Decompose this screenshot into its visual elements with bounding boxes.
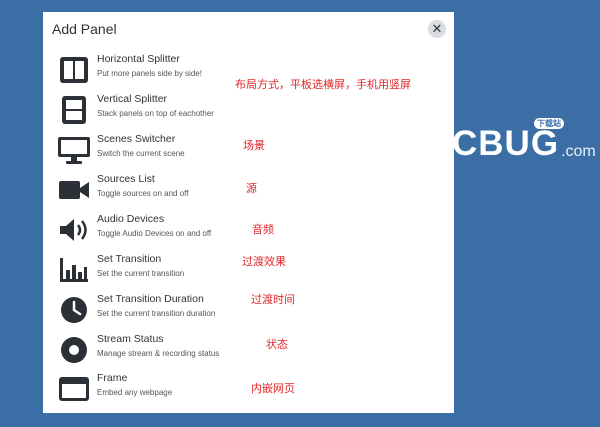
panel-option-name: Vertical Splitter — [97, 93, 168, 105]
add-panel-dialog: Add Panel ✕ Horizontal Splitter Put more… — [43, 12, 454, 413]
watermark-badge: 下载站 — [534, 118, 564, 129]
panel-option-name: Set Transition — [97, 253, 162, 265]
horizontal-splitter-icon — [60, 57, 88, 83]
annotation-scenes: 场景 — [243, 140, 265, 152]
panel-option-desc: Toggle Audio Devices on and off — [97, 229, 212, 238]
panel-option-name: Scenes Switcher — [97, 133, 176, 145]
panel-option-name: Stream Status — [97, 333, 164, 345]
panel-option-sources-list[interactable]: Sources List Toggle sources on and off — [57, 172, 357, 208]
browser-window-icon — [59, 377, 89, 401]
annotation-transition-duration: 过渡时间 — [251, 294, 295, 306]
panel-option-frame[interactable]: Frame Embed any webpage — [57, 371, 357, 407]
panel-option-name: Frame — [97, 372, 128, 384]
record-icon — [61, 337, 87, 363]
close-button[interactable]: ✕ — [428, 20, 446, 38]
monitor-icon — [58, 137, 90, 164]
panel-option-desc: Set the current transition duration — [97, 309, 216, 318]
panel-option-audio-devices[interactable]: Audio Devices Toggle Audio Devices on an… — [57, 212, 357, 248]
watermark-logo: CBUG .com 下载站 — [452, 118, 596, 163]
panel-option-scenes-switcher[interactable]: Scenes Switcher Switch the current scene — [57, 132, 357, 168]
panel-option-vertical-splitter[interactable]: Vertical Splitter Stack panels on top of… — [57, 92, 357, 128]
panel-option-set-transition-duration[interactable]: Set Transition Duration Set the current … — [57, 292, 357, 328]
panel-option-stream-status[interactable]: Stream Status Manage stream & recording … — [57, 332, 357, 368]
panel-option-desc: Put more panels side by side! — [97, 69, 202, 78]
close-icon: ✕ — [431, 21, 443, 36]
annotation-audio: 音频 — [252, 224, 274, 236]
panel-option-set-transition[interactable]: Set Transition Set the current transitio… — [57, 252, 357, 288]
watermark-brand: CBUG — [452, 124, 560, 163]
annotation-sources: 源 — [246, 183, 257, 195]
watermark-tld: .com — [561, 143, 596, 160]
dialog-title: Add Panel — [52, 21, 117, 37]
panel-option-desc: Stack panels on top of eachother — [97, 109, 214, 118]
vertical-splitter-icon — [62, 96, 86, 124]
panel-option-name: Sources List — [97, 173, 155, 185]
annotation-transition: 过渡效果 — [242, 256, 286, 268]
panel-option-desc: Manage stream & recording status — [97, 349, 220, 358]
panel-option-desc: Set the current transition — [97, 269, 185, 278]
clock-icon — [61, 297, 87, 323]
panel-option-desc: Switch the current scene — [97, 149, 185, 158]
panel-option-name: Horizontal Splitter — [97, 53, 180, 65]
annotation-frame: 内嵌网页 — [251, 383, 295, 395]
annotation-status: 状态 — [266, 339, 288, 351]
panel-option-name: Audio Devices — [97, 213, 165, 225]
bar-chart-icon — [60, 258, 88, 282]
video-camera-icon — [59, 181, 89, 199]
speaker-icon — [60, 219, 87, 241]
panel-option-desc: Toggle sources on and off — [97, 189, 189, 198]
panel-option-name: Set Transition Duration — [97, 293, 204, 305]
panel-option-desc: Embed any webpage — [97, 388, 173, 397]
annotation-layout: 布局方式，平板选横屏，手机用竖屏 — [235, 79, 411, 91]
